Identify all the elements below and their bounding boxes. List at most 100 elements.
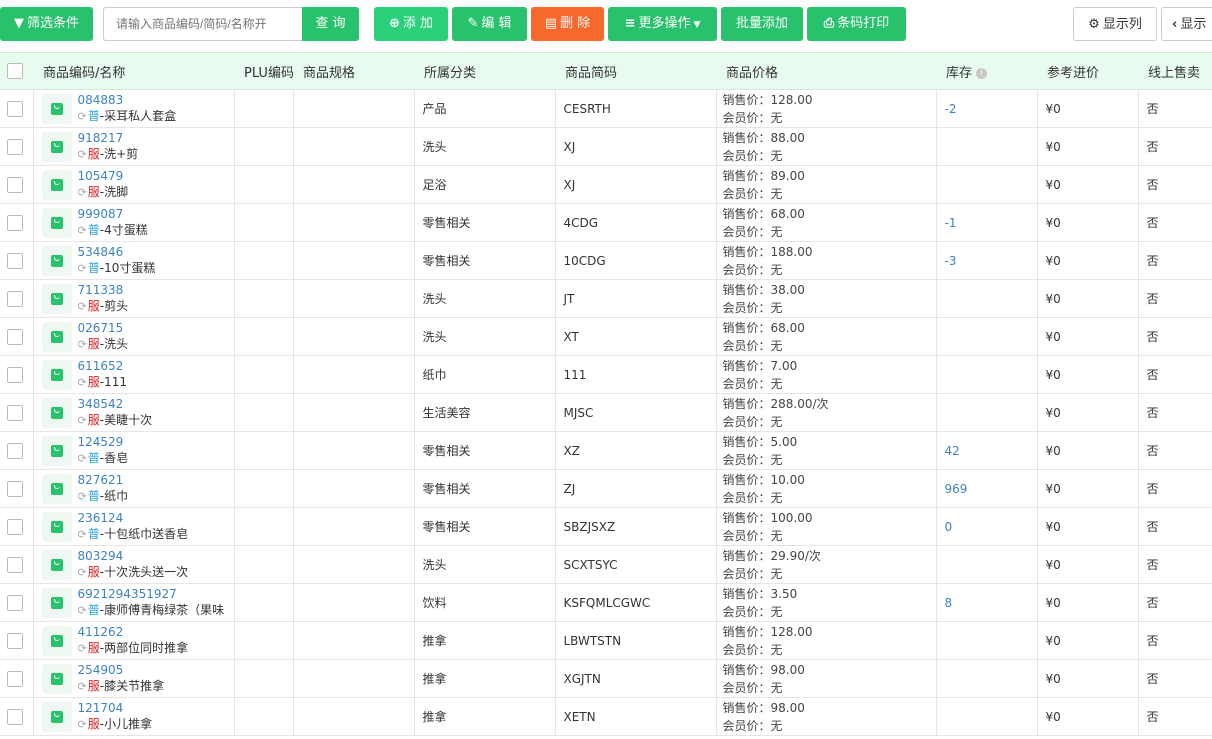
table-row[interactable]: 611652 ⟳服-111 纸巾 111 销售价：7.00 会员价：无 ¥0 否 [0,355,1212,394]
column-header[interactable]: PLU编码 [234,52,293,90]
product-image[interactable] [41,169,72,200]
table-row[interactable]: 124529 ⟳普-香皂 零售相关 XZ 销售价：5.00 会员价：无 42 ¥0 否 [0,431,1212,470]
search-input[interactable] [116,9,290,39]
stock-link[interactable]: 42 [945,444,960,458]
table-row[interactable]: 999087 ⟳普-4寸蛋糕 零售相关 4CDG 销售价：68.00 会员价：无 -1 ¥0 否 [0,203,1212,242]
product-code-link[interactable]: 236124 [78,510,189,526]
row-checkbox[interactable] [7,442,23,459]
product-code-link[interactable]: 6921294351927 [78,586,225,602]
table-row[interactable]: 254905 ⟳服-膝关节推拿 推拿 XGJTN 销售价：98.00 会员价：无 ¥0 否 [0,659,1212,698]
show-toggle-button[interactable]: ‹ 显示 [1161,7,1212,41]
table-row[interactable]: 6921294351927 ⟳普-康师傅青梅绿茶（果味 饮料 KSFQMLCGWC 销售… [0,583,1212,622]
table-row[interactable]: 534846 ⟳普-10寸蛋糕 零售相关 10CDG 销售价：188.00 会员价：无 -3… [0,241,1212,280]
product-image[interactable] [41,283,72,314]
column-header[interactable]: 所属分类 [414,52,555,90]
product-image[interactable] [41,473,72,504]
row-checkbox[interactable] [7,176,23,193]
table-row[interactable]: 711338 ⟳服-剪头 洗头 JT 销售价：38.00 会员价：无 ¥0 否 [0,279,1212,318]
row-checkbox[interactable] [7,404,23,421]
column-header[interactable]: 商品规格 [293,52,414,90]
row-checkbox[interactable] [7,594,23,611]
product-image[interactable] [41,321,72,352]
product-image[interactable] [41,207,72,238]
product-code-link[interactable]: 411262 [78,624,189,640]
stock-cell [936,355,1038,394]
info-icon[interactable]: i [976,67,988,79]
product-code-link[interactable]: 827621 [78,472,129,488]
row-checkbox[interactable] [7,708,23,725]
batch-add-button[interactable]: 批量添加 [721,7,803,41]
product-image[interactable] [41,397,72,428]
product-image[interactable] [41,511,72,542]
delete-button[interactable]: ▤ 删 除 [531,7,604,41]
table-row[interactable]: 236124 ⟳普-十包纸巾送香皂 零售相关 SBZJSXZ 销售价：100.00 会员价… [0,507,1212,546]
product-code-link[interactable]: 611652 [78,358,127,374]
stock-link[interactable]: -3 [945,254,957,268]
more-actions-button[interactable]: ≡ 更多操作 ▼ [608,7,717,41]
stock-link[interactable]: -1 [945,216,957,230]
product-image[interactable] [41,435,72,466]
column-header[interactable]: 参考进价 [1037,52,1138,90]
stock-link[interactable]: -2 [945,102,957,116]
row-checkbox[interactable] [7,290,23,307]
product-code-link[interactable]: 348542 [78,396,153,412]
product-code-link[interactable]: 084883 [78,92,177,108]
row-checkbox[interactable] [7,670,23,687]
product-code-link[interactable]: 711338 [78,282,129,298]
product-image[interactable] [41,549,72,580]
product-image[interactable] [41,587,72,618]
product-image[interactable] [41,93,72,124]
query-button[interactable]: 查 询 [302,7,359,41]
table-row[interactable]: 105479 ⟳服-洗脚 足浴 XJ 销售价：89.00 会员价：无 ¥0 否 [0,165,1212,204]
stock-link[interactable]: 0 [945,520,953,534]
add-button[interactable]: ⊕ 添 加 [374,7,448,41]
stock-link[interactable]: 969 [945,482,968,496]
column-header[interactable]: 商品价格 [716,52,936,90]
row-checkbox[interactable] [7,480,23,497]
edit-button[interactable]: ✎ 编 辑 [452,7,527,41]
table-row[interactable]: 803294 ⟳服-十次洗头送一次 洗头 SCXTSYC 销售价：29.90/次 会员价：… [0,545,1212,584]
product-image[interactable] [41,701,72,732]
column-header[interactable]: 商品编码/名称 [33,52,234,90]
product-image[interactable] [41,625,72,656]
table-row[interactable]: 084883 ⟳普-采耳私人套盒 产品 CESRTH 销售价：128.00 会员价：无 -2… [0,89,1212,128]
row-checkbox[interactable] [7,632,23,649]
table-row[interactable]: 827621 ⟳普-纸巾 零售相关 ZJ 销售价：10.00 会员价：无 969 ¥0 否 [0,469,1212,508]
column-header[interactable]: 线上售卖 [1138,52,1212,90]
row-checkbox[interactable] [7,366,23,383]
product-code-link[interactable]: 803294 [78,548,189,564]
select-all-checkbox[interactable] [7,63,23,79]
spec-cell [293,89,415,128]
product-image[interactable] [41,131,72,162]
table-row[interactable]: 411262 ⟳服-两部位同时推拿 推拿 LBWTSTN 销售价：128.00 会员价：无… [0,621,1212,660]
filter-button[interactable]: ▼ 筛选条件 [0,7,93,41]
product-image[interactable] [41,663,72,694]
row-checkbox[interactable] [7,252,23,269]
product-code-link[interactable]: 026715 [78,320,129,336]
product-image[interactable] [41,245,72,276]
table-row[interactable]: 121704 ⟳服-小儿推拿 推拿 XETN 销售价：98.00 会员价：无 ¥0 否 [0,697,1212,736]
product-code-link[interactable]: 124529 [78,434,129,450]
member-price: 会员价：无 [722,300,783,315]
column-header-stock[interactable]: 库存 i [936,52,1037,90]
row-checkbox[interactable] [7,328,23,345]
row-checkbox[interactable] [7,100,23,117]
product-code-link[interactable]: 534846 [78,244,156,260]
row-checkbox[interactable] [7,556,23,573]
stock-link[interactable]: 8 [945,596,953,610]
row-checkbox[interactable] [7,518,23,535]
column-header[interactable]: 商品简码 [555,52,716,90]
show-columns-button[interactable]: ⚙ 显示列 [1073,7,1157,41]
product-code-link[interactable]: 999087 [78,206,148,222]
product-code-link[interactable]: 918217 [78,130,139,146]
row-checkbox[interactable] [7,138,23,155]
product-code-link[interactable]: 105479 [78,168,129,184]
product-code-link[interactable]: 121704 [78,700,153,716]
row-checkbox[interactable] [7,214,23,231]
table-row[interactable]: 918217 ⟳服-洗+剪 洗头 XJ 销售价：88.00 会员价：无 ¥0 否 [0,127,1212,166]
table-row[interactable]: 026715 ⟳服-洗头 洗头 XT 销售价：68.00 会员价：无 ¥0 否 [0,317,1212,356]
table-row[interactable]: 348542 ⟳服-美睫十次 生活美容 MJSC 销售价：288.00/次 会员价：无 ¥0… [0,393,1212,432]
product-image[interactable] [41,359,72,390]
product-code-link[interactable]: 254905 [78,662,165,678]
barcode-print-button[interactable]: ⎙ 条码打印 [807,7,906,41]
